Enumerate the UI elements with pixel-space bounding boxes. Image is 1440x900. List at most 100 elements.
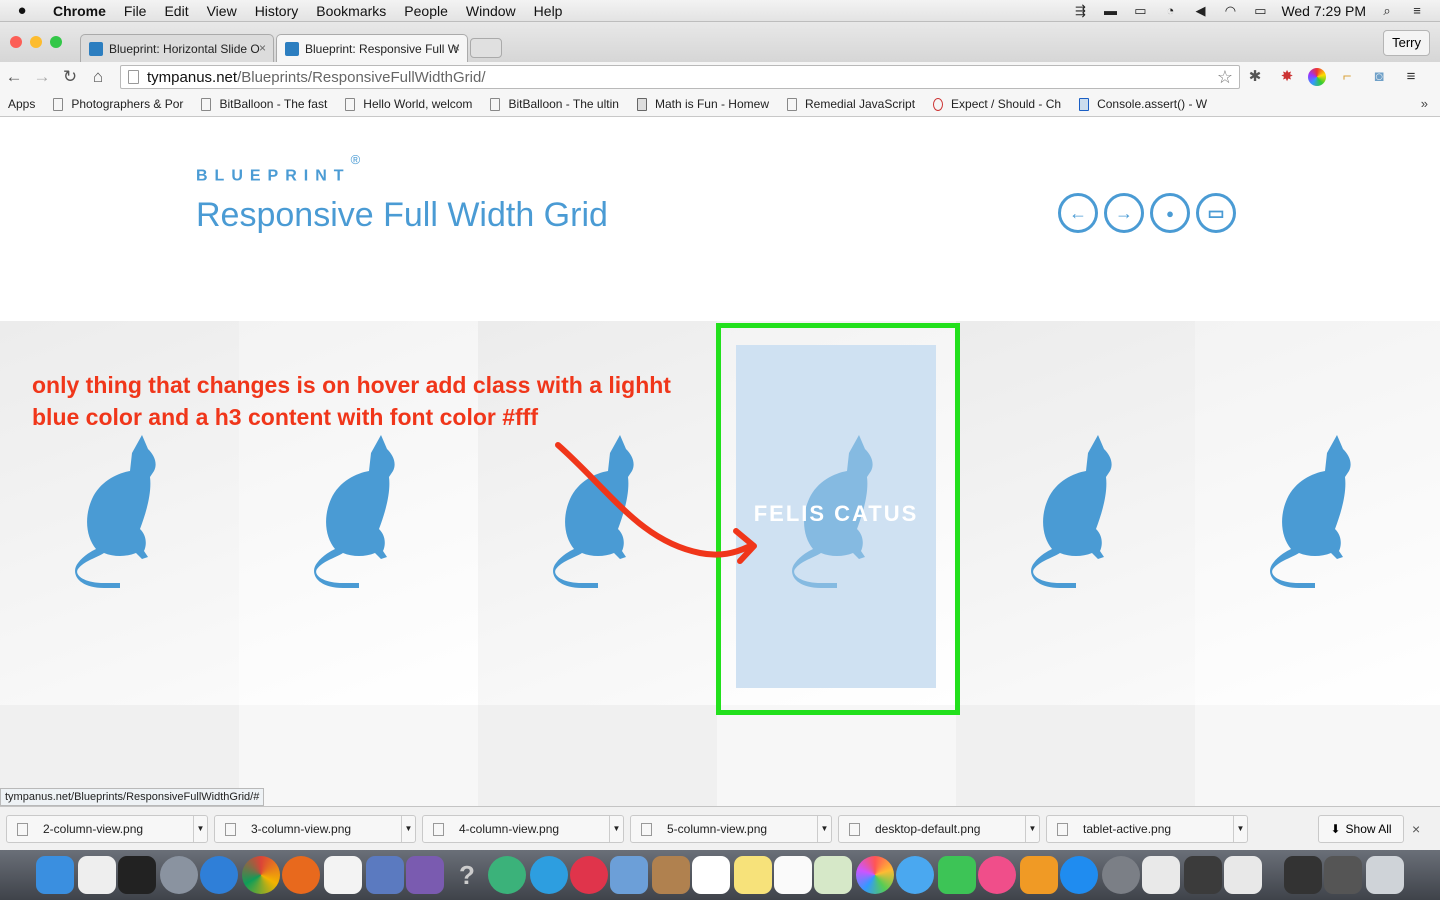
help-icon[interactable]: ? <box>448 856 486 894</box>
terminal-icon[interactable] <box>118 856 156 894</box>
reminders-icon[interactable] <box>774 856 812 894</box>
airmail-icon[interactable] <box>570 856 608 894</box>
ruler-extension-icon[interactable]: ⌐ <box>1336 66 1358 88</box>
color-picker-extension-icon[interactable] <box>1308 68 1326 86</box>
close-shelf-icon[interactable]: × <box>1412 821 1420 837</box>
menu-help[interactable]: Help <box>525 3 572 19</box>
home-button[interactable]: ⌂ <box>84 67 112 87</box>
forward-button[interactable]: → <box>28 67 56 87</box>
calendar-icon[interactable] <box>692 856 730 894</box>
bookmark-item[interactable]: Photographers & Por <box>53 97 183 111</box>
sublime-text-icon[interactable] <box>1184 856 1222 894</box>
chrome-icon[interactable] <box>242 856 280 894</box>
menu-window[interactable]: Window <box>457 3 525 19</box>
download-item[interactable]: tablet-active.png ▼ <box>1046 815 1248 843</box>
time-machine-icon[interactable]: ◔ <box>1161 4 1179 17</box>
notification-center-icon[interactable]: ≡ <box>1408 4 1426 17</box>
download-item[interactable]: 5-column-view.png ▼ <box>630 815 832 843</box>
bookmark-item[interactable]: BitBalloon - The ultin <box>490 97 619 111</box>
notes-icon[interactable] <box>734 856 772 894</box>
ibooks-icon[interactable] <box>1020 856 1058 894</box>
new-tab-button[interactable] <box>470 38 502 58</box>
grid-item[interactable] <box>239 705 478 806</box>
reload-button[interactable]: ↻ <box>56 67 84 87</box>
firefox-icon[interactable] <box>282 856 320 894</box>
camera-extension-icon[interactable]: ◙ <box>1368 66 1390 88</box>
page-info-icon[interactable] <box>128 70 139 84</box>
chevron-down-icon[interactable]: ▼ <box>193 816 207 842</box>
tab-responsive-grid[interactable]: Blueprint: Responsive Full W × <box>276 34 468 62</box>
apple-menu-icon[interactable]: ● <box>0 2 44 19</box>
drop-icon-button[interactable]: ● <box>1150 193 1190 233</box>
zoom-window-button[interactable] <box>50 36 62 48</box>
download-item[interactable]: desktop-default.png ▼ <box>838 815 1040 843</box>
download-item[interactable]: 4-column-view.png ▼ <box>422 815 624 843</box>
bookmark-item[interactable]: Math is Fun - Homew <box>636 97 769 111</box>
bookmark-item[interactable]: Expect / Should - Ch <box>933 97 1061 111</box>
chevron-down-icon[interactable]: ▼ <box>1233 816 1247 842</box>
messages-icon[interactable] <box>896 856 934 894</box>
previous-blueprint-button[interactable]: ← <box>1058 193 1098 233</box>
menu-bookmarks[interactable]: Bookmarks <box>307 3 395 19</box>
bookmark-star-icon[interactable]: ☆ <box>1217 67 1233 88</box>
profile-button[interactable]: Terry <box>1383 30 1430 56</box>
chevron-down-icon[interactable]: ▼ <box>401 816 415 842</box>
textedit-icon[interactable] <box>78 856 116 894</box>
preview-icon[interactable] <box>366 856 404 894</box>
launchpad-icon[interactable] <box>160 856 198 894</box>
chevron-down-icon[interactable]: ▼ <box>609 816 623 842</box>
download-item[interactable]: 2-column-view.png ▼ <box>6 815 208 843</box>
mail-icon[interactable] <box>610 856 648 894</box>
show-all-downloads-button[interactable]: ⬇ Show All <box>1318 815 1404 843</box>
safari-icon[interactable] <box>200 856 238 894</box>
bookmark-item[interactable]: BitBalloon - The fast <box>201 97 327 111</box>
bug-extension-icon[interactable]: ✱ <box>1244 66 1266 88</box>
bookmark-item[interactable]: Hello World, welcom <box>345 97 472 111</box>
grid-item[interactable] <box>1195 705 1440 806</box>
maps-icon[interactable] <box>814 856 852 894</box>
colorful-extension-icon[interactable]: ✸ <box>1276 66 1298 88</box>
bookmark-item[interactable]: Console.assert() - W <box>1079 97 1207 111</box>
airplay-icon[interactable]: ▭ <box>1131 4 1149 17</box>
trash-icon[interactable] <box>1366 856 1404 894</box>
close-tab-icon[interactable]: × <box>259 41 266 55</box>
chrome-menu-icon[interactable]: ≡ <box>1400 66 1422 88</box>
status-extension-icon[interactable]: ⇶ <box>1071 4 1089 17</box>
itunes-icon[interactable] <box>978 856 1016 894</box>
tab-horizontal-slide[interactable]: Blueprint: Horizontal Slide O × <box>80 34 274 62</box>
grid-item[interactable] <box>956 705 1195 806</box>
app-grid-icon[interactable] <box>324 856 362 894</box>
menu-view[interactable]: View <box>198 3 246 19</box>
chevron-down-icon[interactable]: ▼ <box>817 816 831 842</box>
bookmark-apps[interactable]: Apps <box>0 97 35 307</box>
system-preferences-icon[interactable] <box>1102 856 1140 894</box>
facetime-icon[interactable] <box>938 856 976 894</box>
archive-button[interactable]: ▭ <box>1196 193 1236 233</box>
slack-icon[interactable] <box>1142 856 1180 894</box>
bookmark-item[interactable]: Remedial JavaScript <box>786 97 915 111</box>
atom-icon[interactable] <box>488 856 526 894</box>
menu-chrome[interactable]: Chrome <box>44 3 115 19</box>
chevron-down-icon[interactable]: ▼ <box>1025 816 1039 842</box>
contacts-icon[interactable] <box>652 856 690 894</box>
volume-icon[interactable]: ◀ <box>1191 4 1209 17</box>
app-store-icon[interactable] <box>1060 856 1098 894</box>
polar-icon[interactable] <box>1224 856 1262 894</box>
close-tab-icon[interactable]: × <box>453 41 460 55</box>
grid-item[interactable] <box>717 705 956 806</box>
bookmarks-overflow-icon[interactable]: » <box>1421 96 1428 111</box>
spotlight-search-icon[interactable]: ⌕ <box>1378 4 1396 17</box>
minimize-window-button[interactable] <box>30 36 42 48</box>
address-bar[interactable]: tympanus.net/Blueprints/ResponsiveFullWi… <box>120 65 1240 89</box>
finder-icon[interactable] <box>36 856 74 894</box>
download-item[interactable]: 3-column-view.png ▼ <box>214 815 416 843</box>
battery-icon[interactable]: ▭ <box>1251 4 1269 17</box>
next-blueprint-button[interactable]: → <box>1104 193 1144 233</box>
screen-window-thumbnail[interactable] <box>1324 856 1362 894</box>
transmit-icon[interactable] <box>406 856 444 894</box>
grid-item[interactable] <box>478 705 717 806</box>
menu-file[interactable]: File <box>115 3 156 19</box>
photos-icon[interactable] <box>856 856 894 894</box>
back-button[interactable]: ← <box>0 67 28 87</box>
wifi-icon[interactable]: ◠ <box>1221 4 1239 17</box>
